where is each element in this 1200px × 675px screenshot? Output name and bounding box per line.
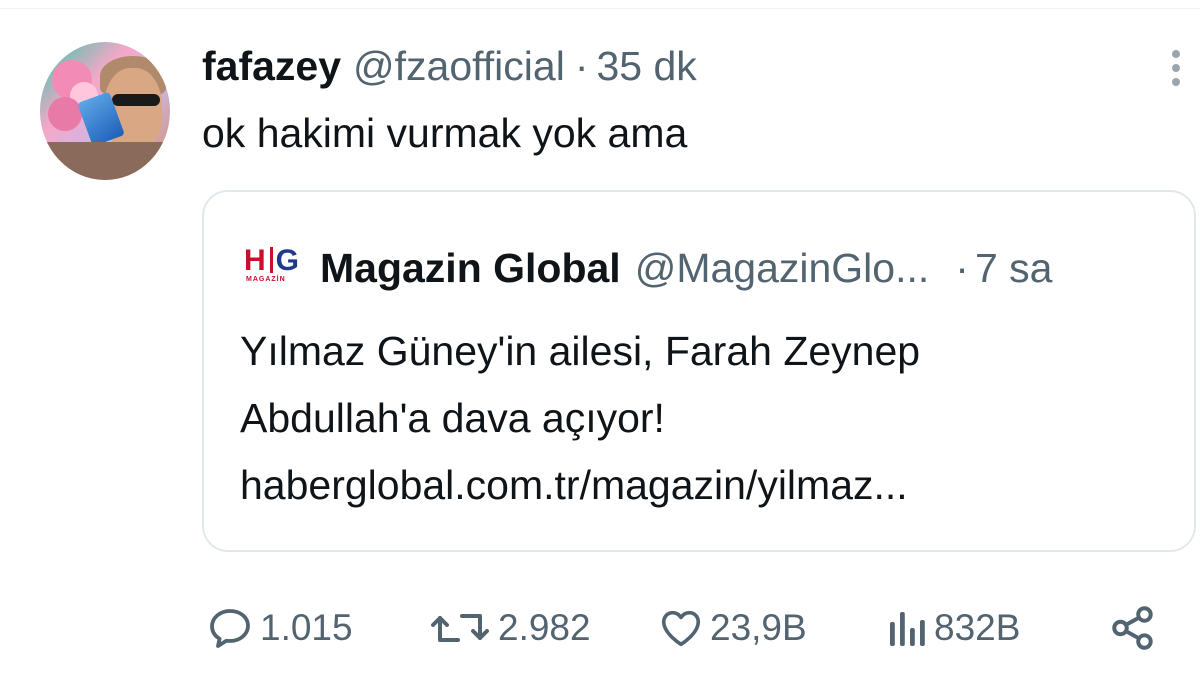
like-count: 23,9B: [710, 607, 807, 648]
more-vertical-icon[interactable]: [1164, 50, 1188, 94]
logo-letters: HG: [244, 246, 302, 276]
views-button[interactable]: 832B: [884, 598, 1020, 658]
quote-text-line: Abdullah'a dava açıyor!: [240, 395, 665, 441]
reply-button[interactable]: 1.015: [206, 598, 353, 658]
logo-g: G: [275, 244, 301, 277]
reply-icon: [210, 609, 250, 648]
tweet-header: fafazey @fzaofficial · 35 dk: [202, 38, 697, 94]
share-button[interactable]: [1108, 598, 1158, 658]
quote-header: Magazin Global @MagazinGlo... · 7 sa: [320, 240, 1052, 296]
quote-text-line: Yılmaz Güney'in ailesi, Farah Zeynep: [240, 328, 921, 374]
avatar-shoulders: [40, 142, 170, 180]
share-icon: [1112, 606, 1153, 650]
retweet-button[interactable]: 2.982: [428, 598, 591, 658]
tweet-actions: 1.015 2.982 23,9B 832B: [0, 598, 1200, 658]
quote-author-logo[interactable]: HG MAGAZİN: [244, 246, 302, 290]
tweet-timestamp[interactable]: 35 dk: [596, 43, 696, 90]
header-separator: ·: [574, 42, 589, 89]
quote-separator: ·: [955, 244, 969, 291]
views-icon: [890, 612, 925, 646]
avatar-sunglasses: [112, 94, 160, 106]
heart-icon: [661, 610, 701, 647]
logo-bar: [269, 247, 273, 273]
quote-author-name[interactable]: Magazin Global: [320, 245, 621, 292]
retweet-icon: [431, 614, 489, 642]
logo-subtext: MAGAZİN: [246, 276, 286, 283]
quote-timestamp[interactable]: 7 sa: [975, 245, 1053, 292]
avatar-balloon: [48, 97, 82, 131]
logo-h: H: [244, 244, 267, 277]
top-divider: [0, 8, 1200, 9]
retweet-count: 2.982: [498, 607, 591, 648]
reply-count: 1.015: [260, 607, 353, 648]
quote-text: Yılmaz Güney'in ailesi, Farah Zeynep Abd…: [240, 318, 920, 519]
quote-link[interactable]: haberglobal.com.tr/magazin/yilmaz...: [240, 452, 920, 519]
author-handle[interactable]: @fzaofficial: [353, 43, 565, 90]
like-button[interactable]: 23,9B: [658, 598, 807, 658]
author-name[interactable]: fafazey: [202, 43, 341, 90]
author-avatar[interactable]: [40, 42, 170, 180]
quote-author-handle[interactable]: @MagazinGlo...: [635, 245, 930, 292]
views-count: 832B: [934, 607, 1021, 648]
tweet-text: ok hakimi vurmak yok ama: [202, 110, 688, 156]
